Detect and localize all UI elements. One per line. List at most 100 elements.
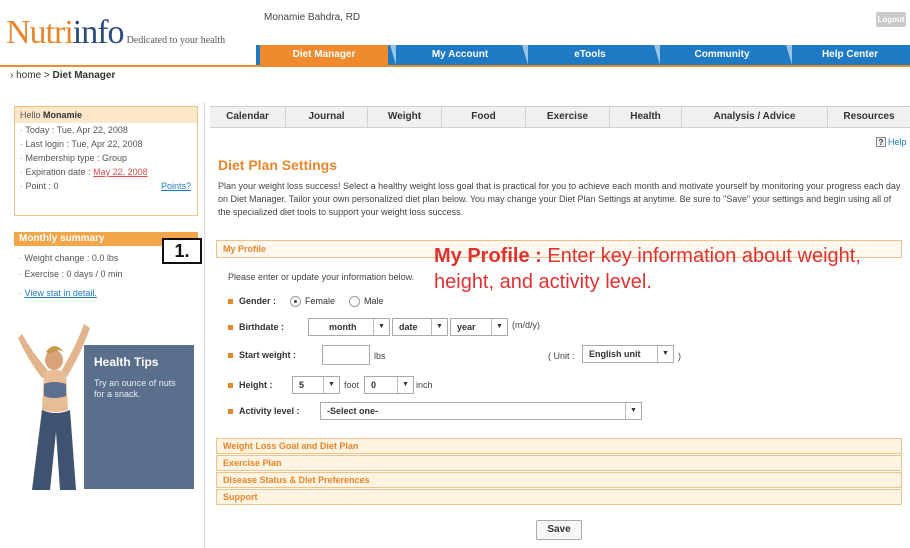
birth-year-value: year (457, 322, 476, 332)
section-weight-loss-goal[interactable]: Weight Loss Goal and Diet Plan (216, 438, 902, 454)
nav-tab-help-center[interactable]: Help Center (790, 45, 910, 65)
gender-row: Gender : Female Male (228, 292, 384, 310)
main-nav: Diet Manager My Account eTools Community… (256, 45, 910, 65)
unit-value: English unit (589, 349, 641, 359)
gender-female-label: Female (305, 296, 336, 306)
start-weight-input[interactable] (322, 345, 370, 365)
subnav-weight[interactable]: Weight (368, 107, 442, 127)
intro-paragraph: Plan your weight loss success! Select a … (218, 181, 901, 217)
nutriinfo-logo[interactable]: Nutri info Dedicated to your health (6, 14, 226, 51)
breadcrumb: › home > Diet Manager (10, 70, 115, 81)
chevron-down-icon: ▼ (397, 377, 413, 393)
help-text: Help (888, 137, 907, 147)
weight-unit-label: lbs (374, 351, 386, 361)
help-link[interactable]: ? Help (876, 137, 907, 147)
logout-button[interactable]: Logout (876, 12, 906, 27)
subnav-journal[interactable]: Journal (286, 107, 368, 127)
info-expiration: · Expiration date : May 22, 2008 (20, 167, 148, 177)
info-last-login: · Last login : Tue, Apr 22, 2008 (20, 139, 143, 149)
unit-close: ) (678, 351, 681, 361)
today-text: Today : Tue, Apr 22, 2008 (25, 125, 128, 135)
activity-label: Activity level : (239, 406, 300, 416)
chevron-down-icon: ▼ (625, 403, 641, 419)
subnav-resources[interactable]: Resources (828, 107, 910, 127)
view-stat-line: · View stat in detail. (19, 288, 97, 298)
chevron-down-icon: ▼ (373, 319, 389, 335)
breadcrumb-home[interactable]: home (16, 70, 41, 81)
view-stat-link[interactable]: View stat in detail. (25, 288, 97, 298)
subnav-calendar[interactable]: Calendar (210, 107, 286, 127)
profile-prompt: Please enter or update your information … (228, 272, 415, 282)
unit-select[interactable]: English unit ▼ (582, 345, 674, 363)
height-foot-select[interactable]: 5 ▼ (292, 376, 340, 394)
user-name: Monamie Bahdra, RD (264, 12, 361, 23)
membership-text: Membership type : Group (25, 153, 128, 163)
nav-tab-community[interactable]: Community (658, 45, 786, 65)
hello-prefix: Hello (20, 110, 41, 120)
section-support[interactable]: Support (216, 489, 902, 505)
birth-month-value: month (329, 322, 357, 332)
nav-separator (654, 45, 660, 65)
height-row: Height : (228, 376, 273, 394)
expiration-label: Expiration date : (25, 167, 91, 177)
activity-row: Activity level : (228, 402, 300, 420)
subnav-analysis-advice[interactable]: Analysis / Advice (682, 107, 828, 127)
birth-year-select[interactable]: year ▼ (450, 318, 508, 336)
height-inch-select[interactable]: 0 ▼ (364, 376, 414, 394)
activity-level-select[interactable]: -Select one- ▼ (320, 402, 642, 420)
nav-separator (390, 45, 396, 65)
breadcrumb-current: Diet Manager (52, 70, 116, 81)
logo-tagline: Dedicated to your health (126, 35, 226, 46)
subnav-exercise[interactable]: Exercise (526, 107, 610, 127)
fitness-woman-image (18, 324, 90, 490)
section-disease-status[interactable]: Disease Status & Diet Preferences (216, 472, 902, 488)
section-exercise-plan[interactable]: Exercise Plan (216, 455, 902, 471)
nav-separator (786, 45, 792, 65)
my-profile-annotation: My Profile : Enter key information about… (434, 243, 904, 295)
gender-label: Gender : (239, 296, 277, 306)
birthdate-row: Birthdate : (228, 318, 284, 336)
bullet-icon (228, 352, 233, 358)
gender-male-radio[interactable] (349, 295, 361, 307)
health-tips-text: Try an ounce of nuts for a snack. (94, 378, 176, 399)
last-login-text: Last login : Tue, Apr 22, 2008 (25, 139, 143, 149)
points-help-link[interactable]: Points? (161, 179, 191, 193)
page-title: Diet Plan Settings (218, 157, 338, 173)
expiration-date-link[interactable]: May 22, 2008 (93, 167, 148, 177)
annotation-title: My Profile : (434, 245, 542, 267)
bullet-icon (228, 298, 233, 304)
height-label: Height : (239, 380, 273, 390)
height-inch-value: 0 (371, 380, 377, 390)
date-format-hint: (m/d/y) (512, 320, 540, 330)
start-weight-label: Start weight : (239, 350, 297, 360)
subnav-health[interactable]: Health (610, 107, 682, 127)
step-number-label: 1. (162, 238, 202, 264)
height-foot-value: 5 (299, 380, 305, 390)
birth-month-select[interactable]: month ▼ (308, 318, 390, 336)
help-question-icon: ? (876, 137, 886, 147)
chevron-down-icon: ▼ (431, 319, 447, 335)
birthdate-label: Birthdate : (239, 322, 284, 332)
start-weight-row: Start weight : (228, 346, 296, 364)
point-text: Point : 0 (25, 181, 59, 191)
hello-header: Hello Monamie (15, 107, 197, 123)
chevron-down-icon: ▼ (491, 319, 507, 335)
birth-date-select[interactable]: date ▼ (392, 318, 448, 336)
bullet-icon (228, 324, 233, 330)
header-divider (0, 65, 910, 67)
nav-tab-diet-manager[interactable]: Diet Manager (260, 45, 388, 65)
exercise-line: · Exercise : 0 days / 0 min (19, 269, 123, 279)
logo-text-nutri: Nutri (6, 14, 74, 51)
info-point: · Point : 0 Points? (20, 179, 191, 193)
gender-female-radio[interactable] (290, 295, 302, 307)
save-button[interactable]: Save (536, 520, 582, 540)
logo-text-info: info (72, 14, 125, 51)
weight-change-line: · Weight change : 0.0 lbs (19, 253, 119, 263)
unit-label: ( Unit : (548, 351, 575, 361)
nav-tab-my-account[interactable]: My Account (396, 45, 524, 65)
nav-tab-etools[interactable]: eTools (526, 45, 654, 65)
bullet-icon (228, 408, 233, 414)
breadcrumb-separator: > (43, 70, 50, 81)
hello-name: Monamie (43, 110, 83, 120)
subnav-food[interactable]: Food (442, 107, 526, 127)
